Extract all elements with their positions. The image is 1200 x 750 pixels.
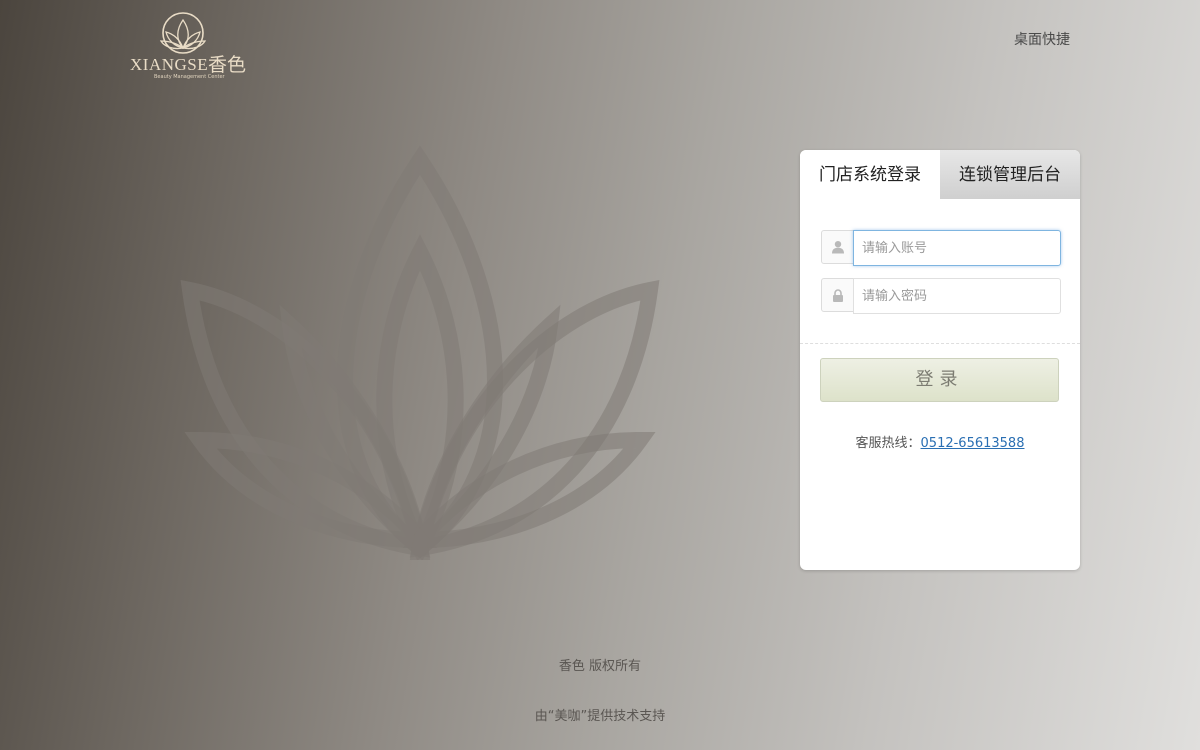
tab-store-login[interactable]: 门店系统登录 [800,150,940,199]
desktop-shortcut-link[interactable]: 桌面快捷 [1014,29,1070,49]
form-divider [800,343,1080,344]
login-page: XIANGSE 香色 Beauty Management Center 桌面快捷… [0,0,1200,750]
brand-name: XIANGSE [130,55,209,74]
lotus-logo-icon [159,12,207,54]
login-button[interactable]: 登录 [820,358,1059,402]
password-input[interactable] [853,278,1061,314]
lotus-watermark [180,145,660,560]
login-tabs: 门店系统登录 连锁管理后台 [800,150,1080,199]
hotline-label: 客服热线： [855,436,921,451]
login-panel: 门店系统登录 连锁管理后台 登录 客服热线： [800,150,1080,570]
password-field [821,278,1061,314]
account-input[interactable] [853,230,1061,266]
hotline-number-link[interactable]: 0512-65613588 [921,436,1025,451]
service-hotline: 客服热线：0512-65613588 [800,432,1080,451]
brand-name-cn: 香色 [208,54,247,76]
tab-chain-admin[interactable]: 连锁管理后台 [940,150,1080,199]
user-icon [822,231,853,263]
footer-tech-support: 由“美咖”提供技术支持 [534,709,666,724]
brand-tagline: Beauty Management Center [154,74,225,80]
lock-icon [822,279,853,311]
brand-logo: XIANGSE 香色 Beauty Management Center [128,8,258,82]
account-field [821,230,1061,266]
footer-copyright: 香色 版权所有 [558,659,642,674]
